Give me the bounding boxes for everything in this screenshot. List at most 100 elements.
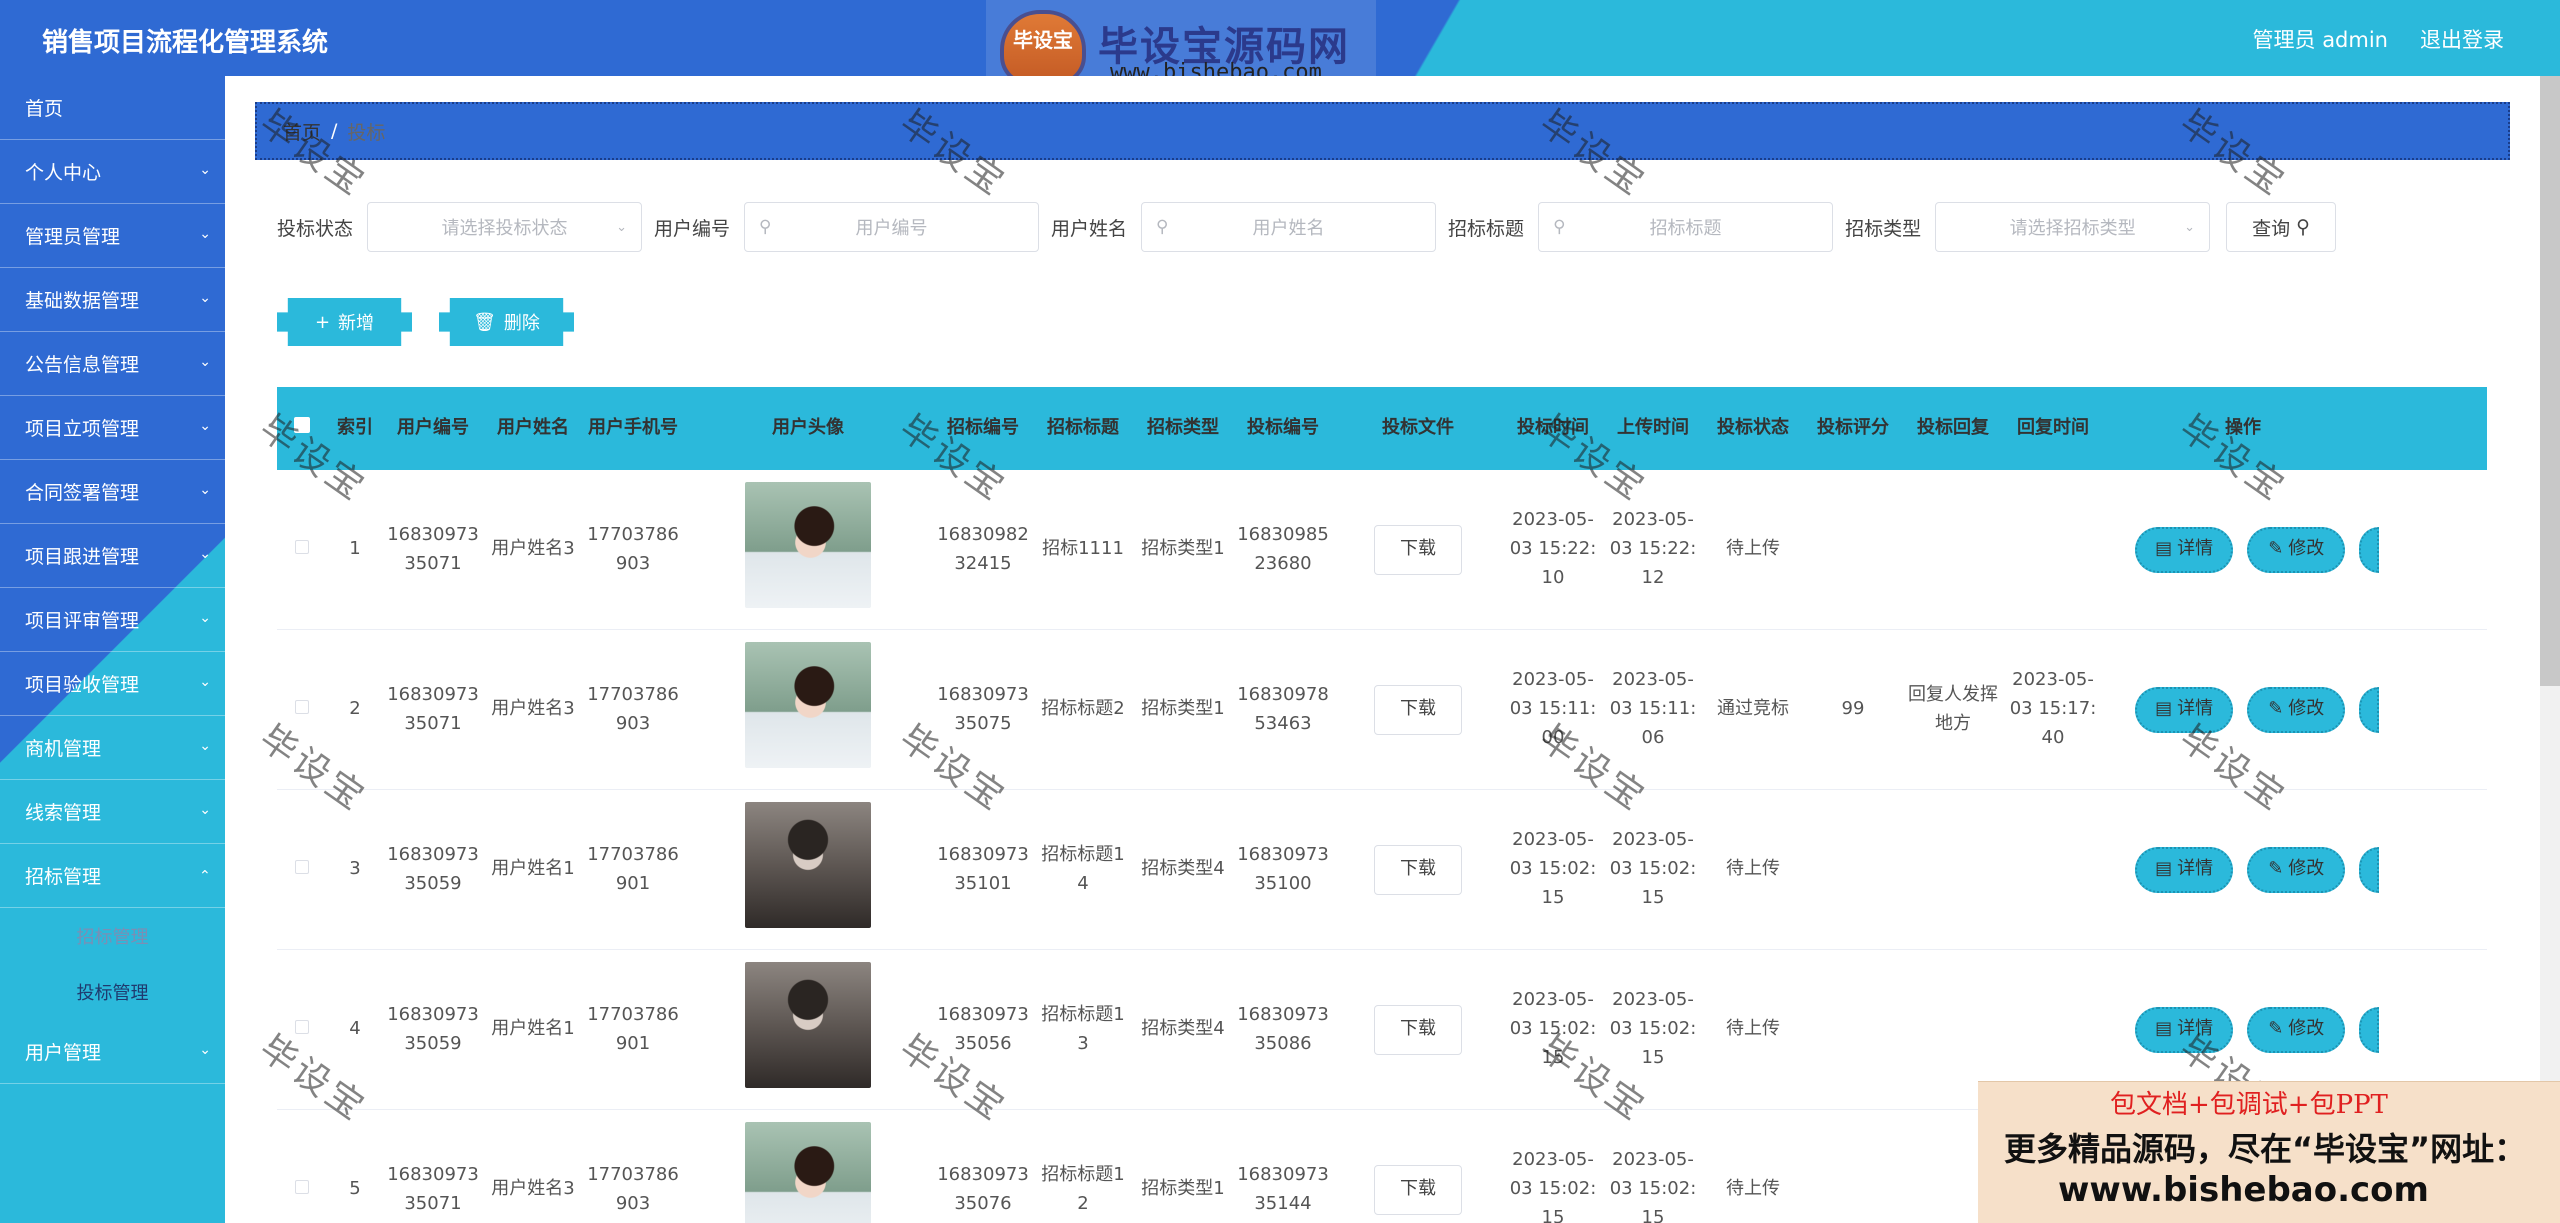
delete-row-button[interactable]	[2359, 1006, 2379, 1053]
add-button[interactable]: + 新增	[277, 298, 412, 346]
edit-button[interactable]: ✎修改	[2247, 1006, 2346, 1053]
row-actions: ▤详情 ✎修改	[2107, 846, 2379, 893]
download-button[interactable]: 下载	[1374, 684, 1462, 735]
user-avatar-image	[745, 1121, 871, 1223]
download-button[interactable]: 下载	[1374, 1004, 1462, 1055]
delete-row-button[interactable]	[2359, 686, 2379, 733]
cell-tender-no: 1683097335100	[1237, 843, 1329, 894]
row-checkbox[interactable]	[295, 1020, 309, 1035]
cell-bid-no: 1683097335056	[937, 1003, 1029, 1054]
edit-button[interactable]: ✎修改	[2247, 686, 2346, 733]
scrollbar-thumb[interactable]	[2540, 76, 2560, 686]
detail-button[interactable]: ▤详情	[2135, 526, 2234, 573]
sidebar-item-label: 招标管理	[25, 866, 102, 888]
sidebar-item[interactable]: 管理员管理 ⌄	[0, 204, 225, 268]
cell-user-no: 1683097335071	[387, 523, 479, 574]
cell-user-no: 1683097335071	[387, 1163, 479, 1214]
file-cell: 下载	[1333, 844, 1503, 895]
row-checkbox[interactable]	[295, 860, 309, 875]
row-checkbox[interactable]	[295, 1180, 309, 1195]
row-checkbox[interactable]	[295, 700, 309, 715]
delete-button[interactable]: 🗑 删除	[439, 298, 574, 346]
sidebar-item[interactable]: 个人中心 ⌄	[0, 140, 225, 204]
user-no-input[interactable]: ⚲ 用户编号	[744, 202, 1040, 252]
cell-type: 招标类型1	[1141, 1178, 1225, 1200]
cell-bid-time: 2023-05-03 15:02:15	[1509, 989, 1597, 1068]
sidebar-item[interactable]: 用户管理 ⌄	[0, 1020, 225, 1084]
detail-button[interactable]: ▤详情	[2135, 1006, 2234, 1053]
cell-title: 招标标题14	[1041, 843, 1125, 894]
delete-row-button[interactable]	[2359, 846, 2379, 893]
cell-user-name: 用户姓名1	[491, 858, 575, 880]
cell-bid-no: 1683097335075	[937, 683, 1029, 734]
operations-cell: ▤详情 ✎修改	[2103, 1006, 2383, 1053]
sidebar-subitem[interactable]: 招标管理	[0, 908, 225, 964]
sidebar-subitem[interactable]: 投标管理	[0, 964, 225, 1020]
type-placeholder: 请选择招标类型	[2009, 218, 2136, 239]
download-button[interactable]: 下载	[1374, 1164, 1462, 1215]
file-cell: 下载	[1333, 684, 1503, 735]
row-checkbox[interactable]	[295, 540, 309, 555]
avatar-cell	[683, 1121, 933, 1223]
row-actions: ▤详情 ✎修改	[2107, 526, 2379, 573]
type-select[interactable]: 请选择招标类型 ⌄	[1935, 202, 2211, 252]
cell-upload-time: 2023-05-03 15:02:15	[1609, 829, 1697, 908]
document-icon: ▤	[2155, 538, 2173, 560]
trash-icon: 🗑	[473, 311, 496, 333]
sidebar-item[interactable]: 招标管理 ⌄	[0, 844, 225, 908]
sidebar-item[interactable]: 线索管理 ⌄	[0, 780, 225, 844]
edit-button[interactable]: ✎修改	[2247, 526, 2346, 573]
status-select[interactable]: 请选择投标状态 ⌄	[367, 202, 643, 252]
pencil-icon: ✎	[2268, 698, 2284, 720]
sidebar-item[interactable]: 首页	[0, 76, 225, 140]
download-button[interactable]: 下载	[1374, 524, 1462, 575]
query-button[interactable]: 查询 ⚲	[2226, 202, 2337, 252]
cell-title: 招标标题12	[1041, 1163, 1125, 1214]
header-checkbox-cell	[277, 414, 327, 443]
cell-title: 招标1111	[1042, 538, 1124, 560]
sidebar-item[interactable]: 项目评审管理 ⌄	[0, 588, 225, 652]
column-header: 招标编号	[947, 417, 1019, 439]
row-checkbox-cell	[277, 1175, 327, 1204]
sidebar-item[interactable]: 项目验收管理 ⌄	[0, 652, 225, 716]
cell-bid-time: 2023-05-03 15:11:00	[1509, 669, 1597, 748]
search-icon: ⚲	[2296, 216, 2311, 238]
cell-status: 待上传	[1726, 858, 1780, 880]
sidebar-item[interactable]: 公告信息管理 ⌄	[0, 332, 225, 396]
sidebar-item[interactable]: 商机管理 ⌄	[0, 716, 225, 780]
sidebar-item-label: 线索管理	[25, 802, 102, 824]
chevron-down-icon: ⌄	[199, 1042, 211, 1058]
avatar-cell	[683, 961, 933, 1098]
sidebar-item[interactable]: 基础数据管理 ⌄	[0, 268, 225, 332]
avatar-cell	[683, 481, 933, 618]
select-all-checkbox[interactable]	[294, 417, 310, 434]
operations-cell: ▤详情 ✎修改	[2103, 526, 2383, 573]
column-header: 索引	[337, 417, 373, 439]
column-header: 招标标题	[1047, 417, 1119, 439]
sidebar-item[interactable]: 合同签署管理 ⌄	[0, 460, 225, 524]
current-user: 管理员 admin	[2252, 28, 2388, 52]
status-placeholder: 请选择投标状态	[441, 218, 568, 239]
title-input[interactable]: ⚲ 招标标题	[1538, 202, 1834, 252]
sidebar-item[interactable]: 项目立项管理 ⌄	[0, 396, 225, 460]
detail-button[interactable]: ▤详情	[2135, 686, 2234, 733]
breadcrumb: 首页 / 投标	[255, 102, 2510, 160]
edit-button[interactable]: ✎修改	[2247, 846, 2346, 893]
column-header: 上传时间	[1617, 417, 1689, 439]
breadcrumb-home[interactable]: 首页	[283, 118, 321, 145]
delete-row-button[interactable]	[2359, 526, 2379, 573]
detail-button[interactable]: ▤详情	[2135, 846, 2234, 893]
download-button[interactable]: 下载	[1374, 844, 1462, 895]
sidebar-item-label: 管理员管理	[25, 226, 121, 248]
logout-link[interactable]: 退出登录	[2420, 24, 2504, 54]
table-row: 3 1683097335059 用户姓名1 17703786901 1683097335…	[277, 790, 2487, 950]
file-cell: 下载	[1333, 1164, 1503, 1215]
user-name-input[interactable]: ⚲ 用户姓名	[1141, 202, 1437, 252]
search-icon: ⚲	[1156, 217, 1169, 237]
plus-icon: +	[314, 311, 331, 333]
cell-title: 招标标题2	[1041, 698, 1125, 720]
breadcrumb-current: 投标	[347, 121, 386, 144]
sidebar-item[interactable]: 项目跟进管理 ⌄	[0, 524, 225, 588]
cell-reply: 回复人发挥地方	[1908, 683, 1998, 734]
row-checkbox-cell	[277, 535, 327, 564]
